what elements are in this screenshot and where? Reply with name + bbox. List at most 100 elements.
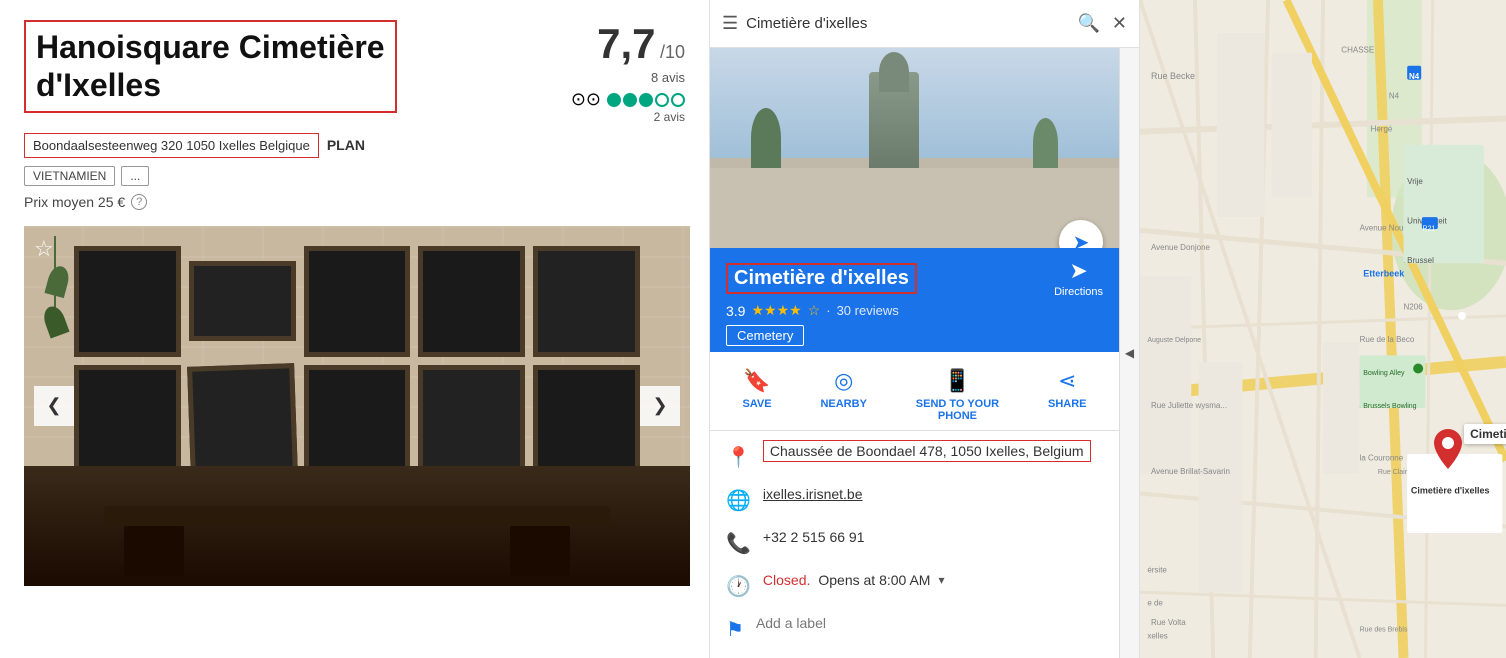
tree-left (751, 108, 781, 168)
globe-icon: 🌐 (726, 488, 751, 513)
photo-container: ☆ ❮ (24, 226, 690, 586)
next-photo-button[interactable]: ❯ (640, 386, 680, 426)
review-count: · (826, 303, 830, 318)
svg-text:Avenue Donjone: Avenue Donjone (1151, 243, 1211, 252)
svg-text:Brussel: Brussel (1407, 256, 1434, 265)
prev-photo-button[interactable]: ❮ (34, 386, 74, 426)
svg-text:Rue de la Beco: Rue de la Beco (1360, 335, 1415, 344)
ta-circle-5 (671, 93, 685, 107)
plan-link[interactable]: PLAN (327, 137, 365, 153)
phone-text: +32 2 515 66 91 (763, 529, 865, 545)
reviews-row: 3.9 ★★★★ ☆ · 30 reviews (726, 302, 1103, 319)
directions-area[interactable]: ➤ Directions (1054, 258, 1103, 298)
hamburger-menu-icon[interactable]: ☰ (722, 13, 738, 34)
favorite-star-icon[interactable]: ☆ (34, 236, 54, 262)
website-detail-row: 🌐 ixelles.irisnet.be (726, 486, 1103, 513)
map-pin[interactable]: Cimetière d'ixelles (1434, 429, 1462, 474)
svg-text:Brussels Bowling: Brussels Bowling (1363, 403, 1416, 410)
svg-text:Rue Juliette wysma...: Rue Juliette wysma... (1151, 401, 1227, 410)
flag-icon: ⚑ (726, 617, 744, 642)
svg-text:Rue Volta: Rue Volta (1151, 618, 1186, 627)
category-tag-row: Cemetery (726, 319, 1103, 346)
add-label-text[interactable]: Add a label (756, 615, 826, 631)
frame-3 (304, 246, 411, 357)
share-icon: ⋖ (1058, 368, 1076, 394)
action-buttons-row: 🔖 SAVE ◎ NEARBY 📱 SEND TO YOUR PHONE ⋖ S… (710, 352, 1119, 431)
directions-label: Directions (1054, 286, 1103, 298)
svg-text:N4: N4 (1409, 72, 1420, 81)
info-icon[interactable]: ? (131, 194, 147, 210)
svg-text:R21: R21 (1423, 225, 1436, 232)
ta-circle-3 (639, 93, 653, 107)
address-highlight-box: Chaussée de Boondael 478, 1050 Ixelles, … (763, 440, 1091, 462)
rating-denom: /10 (660, 42, 685, 62)
map-panel[interactable]: Rue Becke CHASSE N4 Avenue Donjone Augus… (1140, 0, 1506, 658)
frame-7 (187, 363, 298, 478)
nearby-button[interactable]: ◎ NEARBY (820, 368, 866, 422)
maps-photo-art (710, 48, 1119, 248)
table-area (24, 466, 690, 586)
svg-text:la Couronne: la Couronne (1360, 454, 1404, 463)
price-text: Prix moyen 25 € (24, 194, 125, 210)
review-count-text: 30 reviews (837, 303, 899, 318)
hours-closed: Closed. (763, 572, 810, 588)
svg-text:CHASSE: CHASSE (1341, 46, 1374, 55)
ta-circle-2 (623, 93, 637, 107)
share-label: SHARE (1048, 398, 1087, 410)
tag-vietnamien[interactable]: VIETNAMIEN (24, 166, 115, 186)
place-rating: 3.9 (726, 303, 745, 319)
address-detail: Chaussée de Boondael 478, 1050 Ixelles, … (763, 443, 1091, 459)
restaurant-photo (24, 226, 690, 586)
rating-avis: 8 avis (555, 70, 685, 85)
save-button[interactable]: 🔖 SAVE (742, 368, 771, 422)
hours-text: Closed. Opens at 8:00 AM ▾ (763, 572, 945, 588)
hotel-title-box: Hanoisquare Cimetière d'Ixelles (24, 20, 397, 113)
place-name-box: Cimetière d'ixelles (726, 263, 917, 294)
place-name-row: Cimetière d'ixelles ➤ Directions (726, 258, 1103, 298)
frame-4 (418, 246, 525, 357)
send-phone-icon: 📱 (944, 368, 971, 394)
frame-10 (533, 365, 640, 476)
svg-text:Avenue Brillat-Savarin: Avenue Brillat-Savarin (1151, 467, 1230, 476)
frame-1 (74, 246, 181, 357)
clock-icon: 🕐 (726, 574, 751, 599)
ta-circle-4 (655, 93, 669, 107)
svg-text:e de: e de (1147, 598, 1163, 607)
nearby-icon: ◎ (834, 368, 853, 394)
hotel-title: Hanoisquare Cimetière d'Ixelles (36, 28, 385, 105)
address-text: Boondaalsesteenweg 320 1050 Ixelles Belg… (24, 133, 319, 158)
ta-avis: 2 avis (555, 110, 685, 124)
statue (869, 72, 919, 172)
stars-icon: ★★★★ (751, 302, 801, 319)
hours-chevron-icon[interactable]: ▾ (938, 573, 944, 587)
category-tag[interactable]: Cemetery (726, 325, 804, 346)
save-icon: 🔖 (743, 368, 770, 394)
label-detail-row: ⚑ Add a label (726, 615, 1103, 642)
svg-text:N206: N206 (1404, 302, 1424, 311)
frame-2 (189, 261, 296, 341)
price-row: Prix moyen 25 € ? (24, 194, 535, 210)
tripadvisor-row: ⊙⊙ (555, 89, 685, 110)
save-label: SAVE (742, 398, 771, 410)
maps-search-icon[interactable]: 🔍 (1077, 13, 1099, 34)
svg-text:Vrije: Vrije (1407, 177, 1423, 186)
share-button[interactable]: ⋖ SHARE (1048, 368, 1087, 422)
maps-close-icon[interactable]: ✕ (1112, 13, 1127, 34)
frame-9 (418, 365, 525, 476)
svg-text:N4: N4 (1389, 92, 1400, 101)
hours-detail-row: 🕐 Closed. Opens at 8:00 AM ▾ (726, 572, 1103, 599)
svg-text:Rue des Brebis: Rue des Brebis (1360, 627, 1408, 634)
frame-8 (304, 365, 411, 476)
website-link[interactable]: ixelles.irisnet.be (763, 486, 863, 502)
svg-text:xelles: xelles (1147, 631, 1167, 640)
tag-more[interactable]: ... (121, 166, 149, 186)
maps-search-input[interactable] (746, 15, 1069, 32)
send-to-phone-button[interactable]: 📱 SEND TO YOUR PHONE (916, 368, 999, 422)
frame-5 (533, 246, 640, 357)
send-phone-label: SEND TO YOUR PHONE (916, 398, 999, 422)
phone-icon: 📞 (726, 531, 751, 556)
address-row: Boondaalsesteenweg 320 1050 Ixelles Belg… (24, 133, 535, 158)
tripadvisor-logo: ⊙⊙ (571, 89, 601, 110)
collapse-panel-button[interactable]: ◀ (1119, 48, 1139, 658)
maps-place-photo: ➤ (710, 48, 1119, 248)
